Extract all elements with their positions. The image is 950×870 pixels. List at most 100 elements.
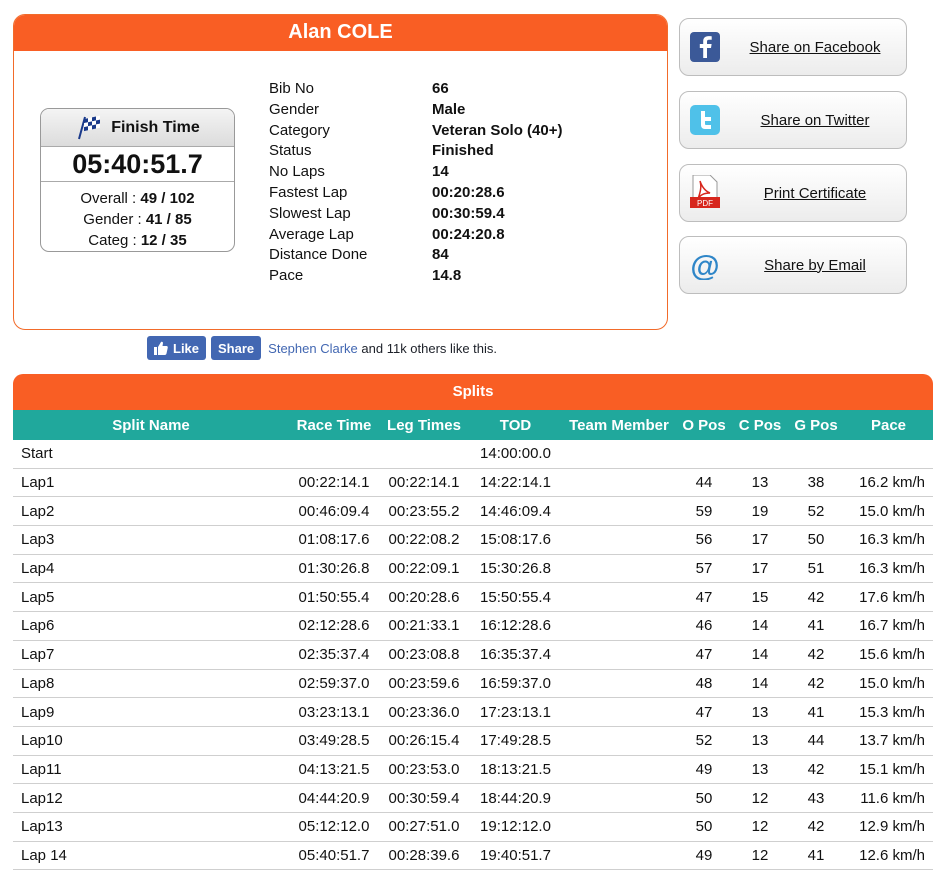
- split-row: Lap10 03:49:28.5 00:26:15.4 17:49:28.5 52 13 4…: [13, 726, 933, 756]
- split-cell-race: 01:30:26.8: [289, 554, 379, 584]
- split-cell-gpos: 41: [788, 611, 844, 641]
- split-cell-opos: [676, 440, 732, 469]
- detail-label: Average Lap: [269, 225, 354, 243]
- split-cell-gpos: 42: [788, 582, 844, 613]
- detail-bib: Bib No 66: [269, 79, 562, 100]
- split-cell-tod: 17:23:13.1: [469, 697, 562, 727]
- split-row: Lap11 04:13:21.5 00:23:53.0 18:13:21.5 49 13 4…: [13, 755, 933, 785]
- split-cell-team: [562, 582, 676, 613]
- split-cell-race: 01:50:55.4: [289, 582, 379, 613]
- split-cell-name: Lap6: [13, 611, 289, 641]
- share-facebook-button[interactable]: Share on Facebook: [679, 18, 907, 76]
- detail-value: 00:20:28.6: [432, 183, 505, 201]
- split-cell-cpos: 19: [732, 496, 788, 527]
- split-cell-gpos: 41: [788, 841, 844, 870]
- split-cell-tod: 15:50:55.4: [469, 582, 562, 613]
- split-cell-opos: 47: [676, 582, 732, 613]
- split-cell-tod: 17:49:28.5: [469, 726, 562, 756]
- split-row: Lap9 03:23:13.1 00:23:36.0 17:23:13.1 47 13 41…: [13, 697, 933, 727]
- fb-share-label: Share: [218, 340, 255, 356]
- split-cell-leg: 00:22:09.1: [379, 554, 469, 584]
- split-cell-name: Lap4: [13, 554, 289, 584]
- split-cell-cpos: 14: [732, 640, 788, 670]
- friend-link[interactable]: Stephen Clarke: [268, 341, 358, 356]
- split-cell-leg: 00:21:33.1: [379, 611, 469, 641]
- splits-header-row: Split Name Race Time Leg Times TOD Team Memb…: [13, 410, 933, 440]
- split-cell-pace: 12.9 km/h: [844, 812, 933, 842]
- split-cell-pace: 13.7 km/h: [844, 726, 933, 756]
- rank-value: 12 / 35: [140, 232, 187, 249]
- split-cell-gpos: 38: [788, 468, 844, 498]
- split-cell-race: 04:13:21.5: [289, 755, 379, 785]
- share-twitter-button[interactable]: Share on Twitter: [679, 91, 907, 149]
- share-email-button[interactable]: @ Share by Email: [679, 236, 907, 294]
- split-cell-gpos: 51: [788, 554, 844, 584]
- split-cell-name: Start: [13, 440, 289, 469]
- detail-status: Status Finished: [269, 141, 562, 162]
- split-cell-opos: 52: [676, 726, 732, 756]
- splits-table: Split Name Race Time Leg Times TOD Team Memb…: [13, 410, 933, 870]
- split-cell-leg: 00:27:51.0: [379, 812, 469, 842]
- split-cell-gpos: 41: [788, 697, 844, 727]
- detail-gender: Gender Male: [269, 100, 562, 121]
- split-cell-leg: 00:23:53.0: [379, 755, 469, 785]
- like-button[interactable]: Like: [147, 336, 207, 360]
- split-cell-race: 02:35:37.4: [289, 640, 379, 670]
- like-rest: and 11k others like this.: [357, 340, 498, 356]
- rank-overall: Overall : 49 / 102: [41, 188, 234, 209]
- detail-value: 66: [432, 80, 449, 97]
- split-cell-tod: 18:13:21.5: [469, 755, 562, 785]
- split-cell-opos: 47: [676, 640, 732, 670]
- split-cell-race: 02:12:28.6: [289, 611, 379, 641]
- splits-section: Splits Split Name Race Time Leg Times TOD Te…: [13, 374, 933, 870]
- split-cell-gpos: 42: [788, 755, 844, 785]
- column-header: Race Time: [296, 416, 372, 434]
- detail-average-lap: Average Lap 00:24:20.8: [269, 225, 562, 246]
- split-cell-name: Lap8: [13, 669, 289, 699]
- column-header: Leg Times: [387, 416, 461, 434]
- split-cell-team: [562, 697, 676, 727]
- split-cell-cpos: 12: [732, 841, 788, 870]
- split-row: Lap4 01:30:26.8 00:22:09.1 15:30:26.8 57 17 51…: [13, 554, 933, 584]
- split-cell-tod: 14:22:14.1: [469, 468, 562, 498]
- split-cell-tod: 15:30:26.8: [469, 554, 562, 584]
- split-cell-opos: 46: [676, 611, 732, 641]
- split-cell-team: [562, 611, 676, 641]
- detail-label: Status: [269, 142, 312, 160]
- split-cell-pace: 12.6 km/h: [844, 841, 933, 870]
- split-row: Lap1 00:22:14.1 00:22:14.1 14:22:14.1 44 13 38…: [13, 468, 933, 498]
- finish-time: 05:40:51.7: [41, 147, 234, 182]
- detail-value: 14: [432, 163, 449, 181]
- split-cell-name: Lap9: [13, 697, 289, 727]
- split-cell-gpos: [788, 440, 844, 469]
- rank-label: Overall :: [80, 190, 141, 207]
- split-row: Lap13 05:12:12.0 00:27:51.0 19:12:12.0 50 12 4…: [13, 812, 933, 842]
- split-cell-race: 04:44:20.9: [289, 783, 379, 813]
- split-cell-opos: 50: [676, 812, 732, 842]
- split-cell-cpos: [732, 440, 788, 469]
- split-cell-cpos: 12: [732, 783, 788, 813]
- detail-value: 00:24:20.8: [432, 225, 505, 243]
- split-cell-race: 01:08:17.6: [289, 525, 379, 555]
- share-email-label: Share by Email: [764, 256, 866, 274]
- print-certificate-button[interactable]: PDF Print Certificate: [679, 164, 907, 222]
- split-cell-name: Lap11: [13, 755, 289, 785]
- fb-share-button[interactable]: Share: [211, 336, 262, 360]
- split-cell-opos: 49: [676, 755, 732, 785]
- rank-value: 49 / 102: [140, 190, 195, 207]
- detail-fastest-lap: Fastest Lap 00:20:28.6: [269, 183, 562, 204]
- split-cell-tod: 19:40:51.7: [469, 841, 562, 870]
- detail-label: Slowest Lap: [269, 204, 351, 222]
- finish-label: Finish Time: [111, 118, 200, 136]
- split-cell-opos: 44: [676, 468, 732, 498]
- split-cell-opos: 48: [676, 669, 732, 699]
- split-cell-team: [562, 640, 676, 670]
- detail-label: Category: [269, 121, 330, 139]
- detail-label: Fastest Lap: [269, 183, 348, 201]
- split-cell-cpos: 13: [732, 468, 788, 498]
- split-cell-team: [562, 755, 676, 785]
- like-summary: Stephen Clarke and 11k others like this.: [268, 341, 497, 356]
- split-cell-pace: 16.7 km/h: [844, 611, 933, 641]
- split-cell-opos: 47: [676, 697, 732, 727]
- detail-laps: No Laps 14: [269, 162, 562, 183]
